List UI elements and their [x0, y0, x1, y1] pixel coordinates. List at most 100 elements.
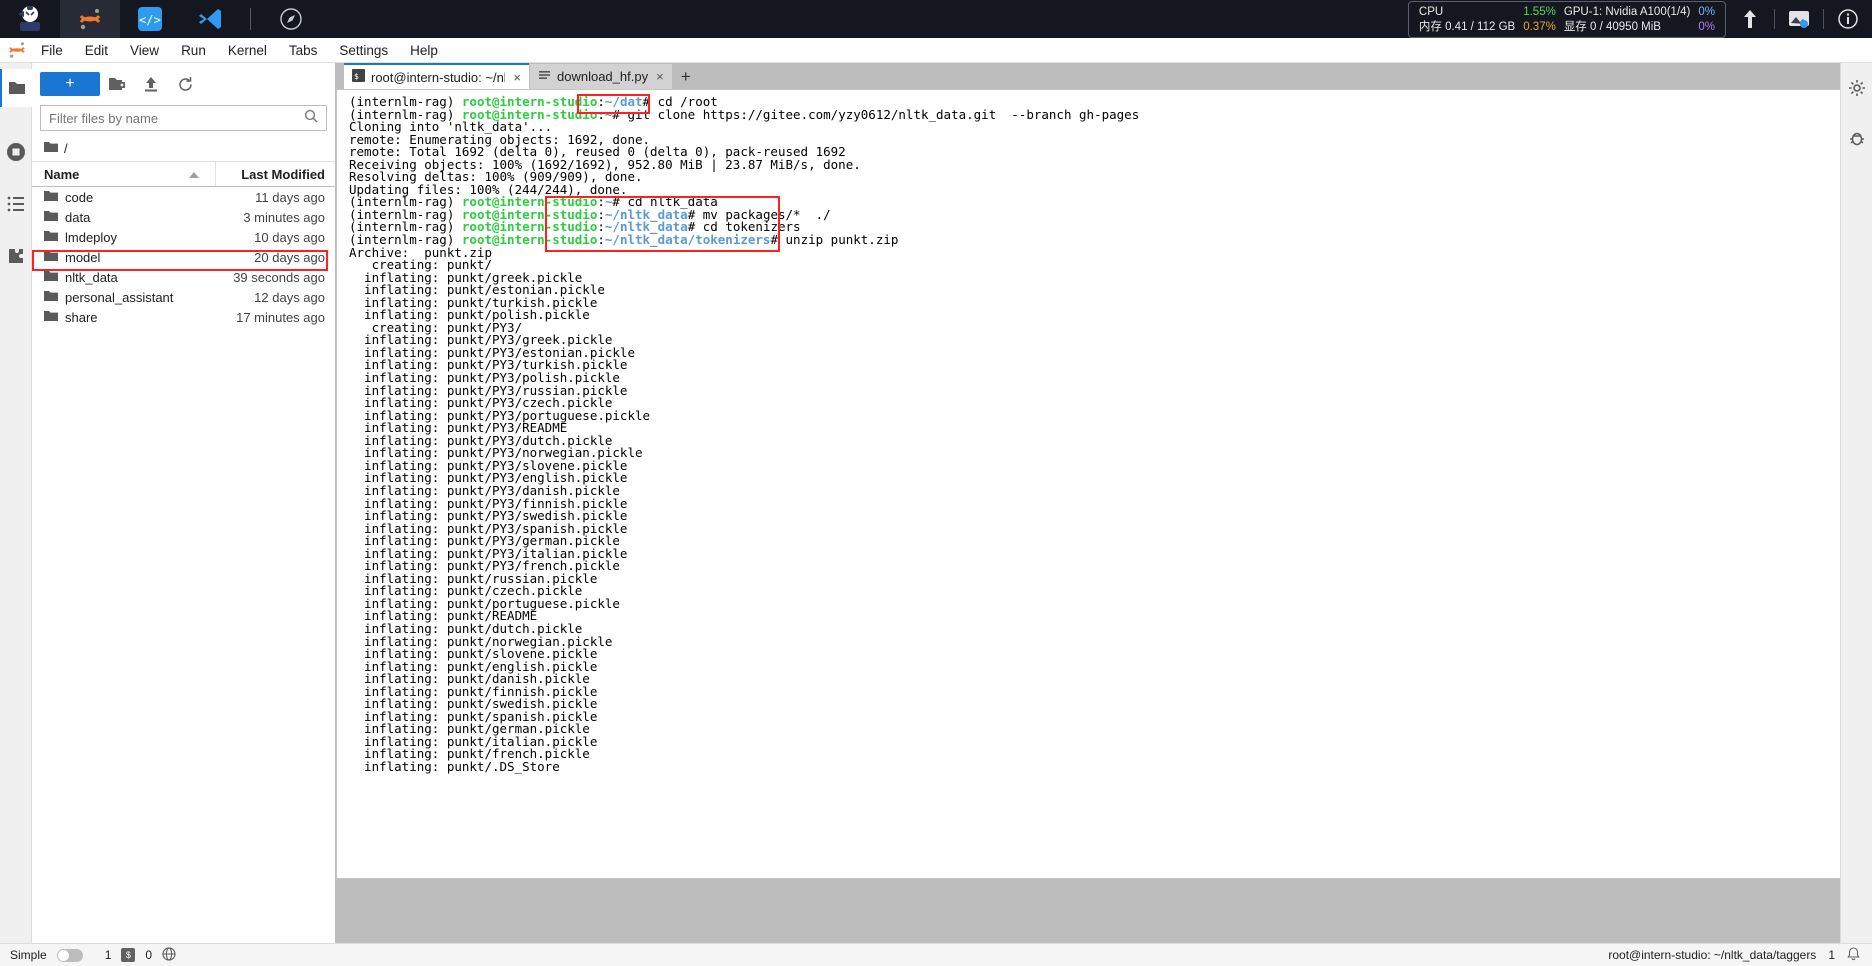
kernel-icon[interactable]: $	[121, 948, 136, 962]
terminal-icon: $	[352, 69, 365, 85]
file-modified-label: 12 days ago	[254, 289, 325, 305]
folder-icon	[44, 210, 58, 225]
extension-manager-icon[interactable]	[0, 237, 32, 275]
file-row-data[interactable]: data 3 minutes ago	[32, 207, 335, 227]
compass-icon[interactable]	[261, 0, 321, 38]
system-stats-box: CPU 1.55% GPU-1: Nvidia A100(1/4) 0% 内存 …	[1407, 0, 1726, 38]
filter-files-field[interactable]	[40, 105, 327, 131]
menu-item-view[interactable]: View	[121, 41, 168, 60]
folder-icon	[44, 270, 58, 285]
file-row-code[interactable]: code 11 days ago	[32, 187, 335, 207]
new-launcher-button[interactable]: +	[40, 72, 100, 96]
terminal-command: # git clone https://gitee.com/yzy0612/nl…	[612, 106, 1140, 122]
file-row-name: nltk_data	[32, 270, 215, 285]
terminal-output-line: Archive: punkt.zip	[349, 244, 492, 260]
menu-item-kernel[interactable]: Kernel	[219, 41, 276, 60]
tab-terminal-label: root@intern-studio: ~/nltk	[371, 69, 506, 85]
menu-item-file[interactable]: File	[32, 41, 72, 60]
code-brackets-icon[interactable]: </>	[120, 0, 180, 38]
tab-bar: $ root@intern-studio: ~/nltk × download_…	[336, 63, 1872, 89]
breadcrumb[interactable]: /	[32, 135, 335, 161]
folder-icon	[44, 190, 58, 205]
terminal-colon: :	[597, 232, 605, 248]
file-name-label: share	[65, 309, 98, 325]
status-bar: Simple 1 $ 0 root@intern-studio: ~/nltk_…	[0, 943, 1872, 966]
file-modified-label: 17 minutes ago	[236, 309, 325, 325]
file-name-label: data	[65, 209, 91, 225]
terminal-panel[interactable]: (internlm-rag) root@intern-studio:~/dat#…	[336, 89, 1872, 879]
add-tab-button[interactable]: +	[673, 64, 699, 89]
tab-download-hf-py[interactable]: download_hf.py ×	[530, 64, 672, 89]
vram-value: 0%	[1698, 20, 1715, 33]
file-name-label: nltk_data	[65, 269, 118, 285]
notification-count[interactable]: 1	[1828, 948, 1835, 962]
file-row-share[interactable]: share 17 minutes ago	[32, 307, 335, 327]
image-icon[interactable]	[1775, 0, 1823, 38]
file-row-name: personal_assistant	[32, 290, 215, 305]
info-icon[interactable]	[1824, 0, 1872, 38]
table-of-contents-icon[interactable]	[0, 185, 32, 223]
file-list-header: Name Last Modified	[32, 161, 335, 187]
file-row-personal-assistant[interactable]: personal_assistant 12 days ago	[32, 287, 335, 307]
settings-gear-icon[interactable]	[1841, 69, 1872, 107]
search-icon	[296, 109, 326, 128]
simple-mode-toggle[interactable]	[56, 948, 83, 962]
file-row-name: code	[32, 190, 215, 205]
terminal-output-line: inflating: punkt/.DS_Store	[349, 758, 560, 774]
current-path-status: root@intern-studio: ~/nltk_data/taggers	[1608, 948, 1817, 962]
new-folder-icon[interactable]	[100, 71, 134, 97]
jupyter-logo-icon	[4, 38, 30, 63]
terminal-prompt-line: (internlm-rag) root@intern-studio:~/nltk…	[349, 232, 1849, 248]
close-icon[interactable]: ×	[513, 70, 521, 85]
breadcrumb-root[interactable]: /	[64, 141, 68, 156]
file-row-nltk-data[interactable]: nltk_data 39 seconds ago	[32, 267, 335, 287]
terminal-prompt-line: (internlm-rag) root@intern-studio:~# git…	[349, 106, 1849, 122]
column-header-name[interactable]: Name	[32, 167, 215, 182]
upload-arrow-icon[interactable]	[1726, 0, 1774, 38]
folder-icon	[44, 141, 58, 156]
menu-bar: File Edit View Run Kernel Tabs Settings …	[0, 38, 1872, 63]
memory-value: 0.37%	[1523, 20, 1556, 33]
refresh-icon[interactable]	[168, 71, 202, 97]
close-icon[interactable]: ×	[656, 69, 664, 84]
vscode-icon[interactable]	[180, 0, 240, 38]
file-modified-label: 11 days ago	[255, 189, 325, 205]
system-stats-area: CPU 1.55% GPU-1: Nvidia A100(1/4) 0% 内存 …	[1407, 0, 1872, 38]
terminal-count[interactable]: 1	[105, 948, 112, 962]
cpu-label: CPU	[1418, 5, 1444, 18]
menu-item-edit[interactable]: Edit	[76, 41, 117, 60]
tab-terminal[interactable]: $ root@intern-studio: ~/nltk ×	[344, 63, 529, 89]
menu-item-settings[interactable]: Settings	[330, 41, 397, 60]
menu-item-tabs[interactable]: Tabs	[280, 41, 327, 60]
os-top-bar: </> CPU 1.55% GPU-1: Nvidia A100(1/4) 0%…	[0, 0, 1872, 38]
file-browser-panel: + / Name Last Modified code11 days a	[32, 63, 336, 943]
file-row-model[interactable]: model 20 days ago	[32, 247, 335, 267]
folder-icon	[44, 230, 58, 245]
file-browser-toolbar: +	[32, 63, 335, 103]
internstudio-logo-icon[interactable]	[0, 0, 60, 38]
column-header-modified[interactable]: Last Modified	[215, 162, 335, 186]
kernel-count[interactable]: 0	[145, 948, 152, 962]
bell-icon[interactable]	[1847, 946, 1860, 964]
terminal-path: ~/nltk_data/tokenizers	[604, 232, 771, 248]
upload-icon[interactable]	[134, 71, 168, 97]
debugger-icon[interactable]	[1841, 119, 1872, 157]
globe-icon[interactable]	[162, 946, 176, 964]
file-row-lmdeploy[interactable]: lmdeploy 10 days ago	[32, 227, 335, 247]
search-input[interactable]	[41, 110, 296, 126]
simple-mode-label: Simple	[10, 948, 47, 962]
file-row-name: data	[32, 210, 215, 225]
menu-item-help[interactable]: Help	[401, 41, 447, 60]
running-terminals-icon[interactable]	[0, 133, 32, 171]
file-name-label: personal_assistant	[65, 289, 174, 305]
folder-icon	[44, 290, 58, 305]
terminal-output-line: inflating: punkt/french.pickle	[349, 746, 590, 762]
terminal-colon: :	[597, 106, 605, 122]
terminal-command: # unzip punkt.zip	[770, 232, 899, 248]
terminal-output-line: inflating: punkt/polish.pickle	[349, 307, 590, 323]
file-row-name: share	[32, 310, 215, 325]
menu-item-run[interactable]: Run	[172, 41, 215, 60]
file-name-label: lmdeploy	[65, 229, 118, 245]
jupyter-icon[interactable]	[60, 0, 120, 38]
file-browser-icon[interactable]	[0, 69, 32, 107]
